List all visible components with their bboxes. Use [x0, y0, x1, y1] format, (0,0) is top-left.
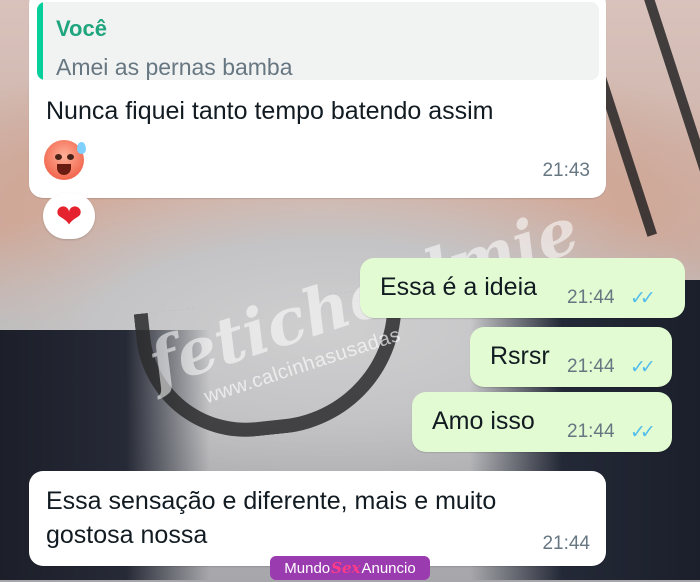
badge-text-middle: Sex: [331, 559, 361, 577]
message-time: 21:44: [567, 356, 615, 377]
emoji-eye-left: [55, 154, 62, 160]
emoji-sweat-drop: [77, 142, 86, 154]
message-text: Essa sensação e diferente, mais e muito …: [46, 487, 497, 549]
message-text: Rsrsr: [490, 342, 550, 370]
message-bubble-incoming[interactable]: Você Amei as pernas bamba Nunca fiquei t…: [29, 0, 606, 198]
hot-face-emoji-icon: [44, 140, 86, 180]
quote-author: Você: [56, 16, 107, 41]
quote-accent-bar: [37, 2, 43, 80]
read-receipt-icon: ✓✓: [630, 288, 656, 309]
message-text: Amo isso: [432, 407, 535, 435]
badge-text-right: Anuncio: [361, 559, 416, 577]
message-text: Nunca fiquei tanto tempo batendo assim: [46, 97, 494, 125]
badge-text-left: Mundo: [284, 559, 331, 577]
read-receipt-icon: ✓✓: [630, 357, 656, 378]
read-receipt-icon: ✓✓: [630, 422, 656, 443]
quote-text: Amei as pernas bamba: [56, 54, 293, 80]
message-time: 21:44: [567, 287, 615, 308]
message-bubble-outgoing[interactable]: Rsrsr 21:44 ✓✓: [470, 327, 672, 387]
heart-reaction-icon[interactable]: ❤: [43, 193, 95, 239]
message-text: Essa é a ideia: [380, 273, 538, 301]
emoji-tongue-mouth: [57, 164, 71, 175]
message-time: 21:43: [542, 160, 590, 181]
message-time: 21:44: [542, 533, 590, 554]
quoted-message[interactable]: Você Amei as pernas bamba: [37, 2, 599, 80]
message-time: 21:44: [567, 421, 615, 442]
message-bubble-outgoing[interactable]: Amo isso 21:44 ✓✓: [412, 392, 672, 452]
message-bubble-outgoing[interactable]: Essa é a ideia 21:44 ✓✓: [360, 258, 685, 318]
emoji-eye-right: [67, 154, 74, 160]
message-bubble-incoming[interactable]: Essa sensação e diferente, mais e muito …: [29, 471, 606, 566]
site-badge: Mundo Sex Anuncio: [270, 556, 430, 580]
